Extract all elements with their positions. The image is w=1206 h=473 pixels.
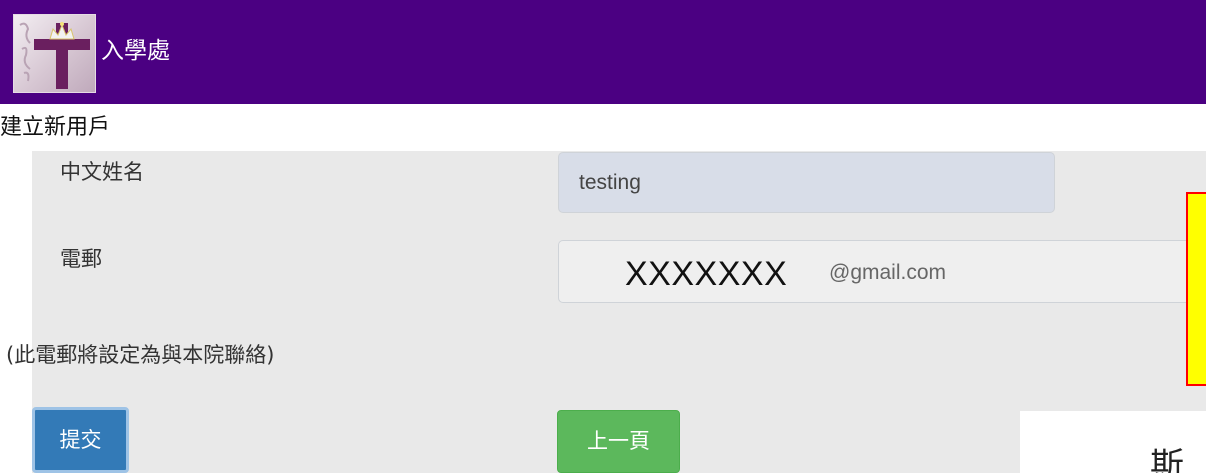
email-note: (此電郵將設定為與本院聯絡) xyxy=(6,343,275,367)
email-label: 電郵 xyxy=(60,247,102,271)
site-header: 入學處 xyxy=(0,0,1206,104)
name-input[interactable]: testing xyxy=(558,152,1055,213)
email-domain-suffix: @gmail.com xyxy=(829,261,947,284)
submit-button[interactable]: 提交 xyxy=(32,407,129,473)
email-input[interactable]: XXXXXXX @gmail.com xyxy=(558,240,1206,303)
overlay-partial-text: 斯 xyxy=(1150,446,1184,473)
page: 入學處 建立新用戶 中文姓名 testing 電郵 XXXXXXX @gmail… xyxy=(0,0,1206,473)
back-button[interactable]: 上一頁 xyxy=(557,410,680,473)
annotation-callout xyxy=(1186,192,1206,386)
page-title: 建立新用戶 xyxy=(0,115,111,140)
name-label: 中文姓名 xyxy=(60,160,144,184)
cross-crown-logo-icon[interactable] xyxy=(13,14,96,93)
header-title: 入學處 xyxy=(101,38,170,64)
email-masked-local-part: XXXXXXX xyxy=(625,255,788,293)
